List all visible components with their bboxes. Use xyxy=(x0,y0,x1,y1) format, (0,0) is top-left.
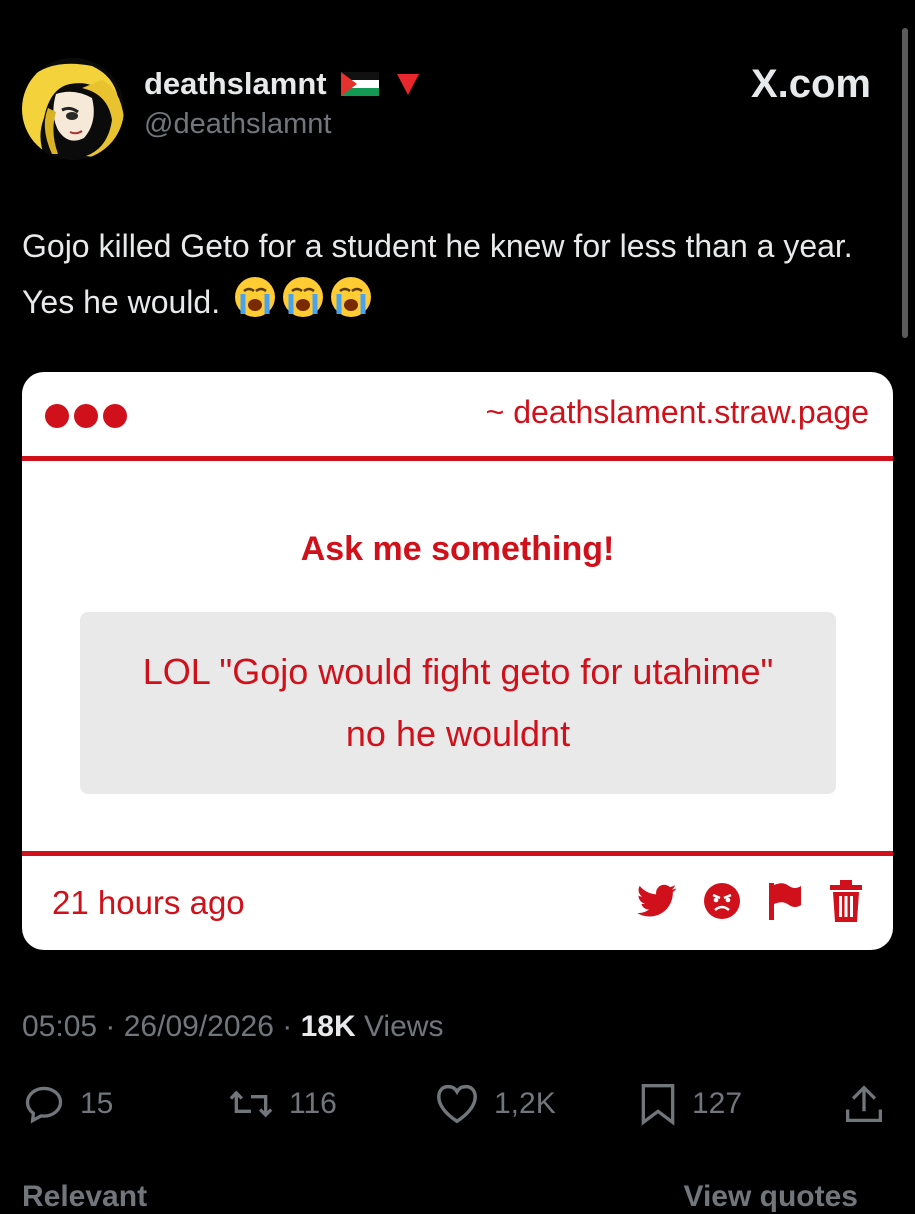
flag-icon xyxy=(767,881,803,921)
window-dot xyxy=(45,404,69,428)
tweet-date[interactable]: 26/09/2026 xyxy=(124,1010,274,1043)
like-count: 1,2K xyxy=(494,1087,556,1120)
repost-count: 116 xyxy=(289,1087,337,1120)
avatar-image xyxy=(22,58,124,160)
twitter-bird-icon xyxy=(637,884,677,918)
handle[interactable]: @deathslamnt xyxy=(144,108,331,141)
scrollbar[interactable] xyxy=(902,28,908,338)
bookmark-button[interactable]: 127 xyxy=(638,1082,742,1126)
tweet-time[interactable]: 05:05 xyxy=(22,1010,97,1043)
replies-header: Relevant View quotes xyxy=(22,1180,888,1214)
site-logo: X.com xyxy=(750,62,871,106)
display-name[interactable]: deathslamnt xyxy=(144,66,420,104)
red-triangle-down-icon xyxy=(396,68,420,104)
view-quotes-link[interactable]: View quotes xyxy=(684,1180,859,1214)
reply-icon xyxy=(22,1082,66,1126)
card-url: ~ deathslament.straw.page xyxy=(485,394,869,430)
tweet-actions: 15 116 1,2K 127 xyxy=(22,1082,888,1132)
card-title: Ask me something! xyxy=(300,530,615,568)
avatar[interactable] xyxy=(22,58,124,160)
trash-icon xyxy=(829,880,863,922)
question-box: LOL "Gojo would fight geto for utahime" … xyxy=(80,612,836,794)
card-time-ago: 21 hours ago xyxy=(52,884,245,921)
window-dots xyxy=(45,404,132,433)
window-dot xyxy=(103,404,127,428)
reply-count: 15 xyxy=(80,1087,114,1120)
tweet-body: Gojo killed Geto for a student he knew f… xyxy=(22,228,853,320)
like-button[interactable]: 1,2K xyxy=(434,1082,556,1126)
views-count: 18K xyxy=(300,1010,356,1043)
question-text: LOL "Gojo would fight geto for utahime" … xyxy=(142,651,774,754)
card-actions xyxy=(637,880,863,922)
display-name-text[interactable]: deathslamnt xyxy=(144,66,327,101)
heart-icon xyxy=(434,1082,480,1126)
bookmark-count: 127 xyxy=(692,1087,743,1120)
window-dot xyxy=(74,404,98,428)
tweet-meta: 05:05 · 26/09/2026 · 18K Views xyxy=(22,1010,444,1043)
share-button[interactable] xyxy=(844,1082,884,1126)
crying-face-emoji xyxy=(233,275,277,336)
repost-icon xyxy=(227,1082,275,1126)
sort-relevant-button[interactable]: Relevant xyxy=(22,1180,147,1213)
palestine-flag-icon xyxy=(341,68,380,104)
views-label: Views xyxy=(363,1010,444,1043)
crying-face-emoji xyxy=(329,275,373,336)
tweet-text: Gojo killed Geto for a student he knew f… xyxy=(22,218,882,336)
angry-face-icon xyxy=(703,882,741,920)
share-icon xyxy=(844,1082,884,1126)
repost-button[interactable]: 116 xyxy=(227,1082,337,1126)
reply-button[interactable]: 15 xyxy=(22,1082,113,1126)
crying-face-emoji xyxy=(281,275,325,336)
card-divider-top xyxy=(22,456,893,461)
attached-image-card[interactable]: ~ deathslament.straw.page Ask me somethi… xyxy=(22,372,893,950)
card-divider-bottom xyxy=(22,851,893,856)
bookmark-icon xyxy=(638,1082,678,1126)
